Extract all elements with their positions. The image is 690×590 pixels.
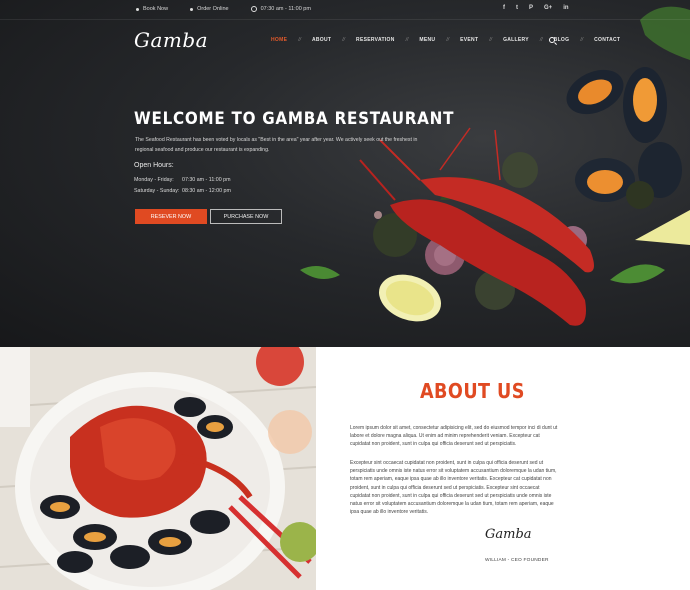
nav-event[interactable]: EVENT: [460, 37, 478, 43]
nav-separator: //: [446, 37, 450, 43]
nav-separator: //: [539, 37, 543, 43]
clock-icon: [250, 6, 257, 12]
hours-days: Saturday - Sunday:: [134, 188, 180, 194]
nav-about[interactable]: ABOUT: [312, 37, 331, 43]
open-hours-title: Open Hours:: [134, 162, 174, 169]
opening-hours-text: 07:30 am - 11:00 pm: [260, 6, 311, 12]
nav-separator: //: [489, 37, 493, 43]
nav-separator: //: [342, 37, 346, 43]
nav-gallery[interactable]: GALLERY: [503, 37, 529, 43]
twitter-icon[interactable]: t: [516, 5, 518, 11]
hours-time: 08:30 am - 12:00 pm: [182, 188, 231, 194]
bullet-icon: [136, 7, 139, 11]
site-logo[interactable]: Gamba: [134, 28, 208, 52]
nav-separator: //: [405, 37, 409, 43]
platter-illustration: [0, 347, 316, 590]
signature-caption: WILLIAM - CEO FOUNDER: [485, 558, 549, 563]
seafood-illustration: [300, 6, 690, 326]
main-nav: HOME // ABOUT // RESERVATION // MENU // …: [271, 37, 620, 43]
purchase-now-button[interactable]: PURCHASE NOW: [210, 209, 282, 224]
hours-row: Saturday - Sunday: 08:30 am - 12:00 pm: [134, 186, 231, 197]
nav-separator: //: [580, 37, 584, 43]
about-paragraph-2: Excepteur sint occaecat cupidatat non pr…: [350, 460, 557, 516]
nav-blog[interactable]: BLOG: [554, 37, 570, 43]
about-paragraph-1: Lorem ipsum dolor sit amet, consectetur …: [350, 425, 558, 448]
seafood-platter-photo: [0, 347, 316, 590]
hero-section: Book Now Order Online 07:30 am - 11:00 p…: [0, 0, 690, 347]
order-online-link[interactable]: Order Online: [190, 6, 229, 12]
reserve-now-button[interactable]: RESEVER NOW: [135, 209, 207, 224]
facebook-icon[interactable]: f: [503, 5, 505, 11]
order-online-label: Order Online: [197, 6, 229, 12]
search-icon[interactable]: [549, 37, 555, 43]
nav-home[interactable]: HOME: [271, 37, 287, 43]
hero-description: The Seafood Restaurant has been voted by…: [135, 137, 418, 153]
hero-title: WELCOME TO GAMBA RESTAURANT: [134, 109, 455, 128]
nav-menu[interactable]: MENU: [419, 37, 435, 43]
google-plus-icon[interactable]: G+: [544, 5, 552, 11]
book-now-link[interactable]: Book Now: [136, 6, 168, 12]
nav-separator: //: [298, 37, 301, 43]
book-now-label: Book Now: [143, 6, 169, 12]
topbar-links: Book Now Order Online 07:30 am - 11:00 p…: [136, 6, 311, 12]
open-hours-list: Monday - Friday: 07:30 am - 11:00 pm Sat…: [134, 175, 231, 197]
hours-row: Monday - Friday: 07:30 am - 11:00 pm: [134, 175, 231, 186]
social-links: f t P G+ in: [503, 5, 569, 11]
bullet-icon: [190, 7, 194, 11]
about-title: ABOUT US: [420, 379, 525, 403]
linkedin-icon[interactable]: in: [563, 5, 568, 11]
hours-days: Monday - Friday:: [134, 177, 174, 183]
signature: Gamba: [485, 527, 532, 542]
hours-time: 07:30 am - 11:00 pm: [182, 177, 231, 183]
nav-contact[interactable]: CONTACT: [594, 37, 620, 43]
top-bar: Book Now Order Online 07:30 am - 11:00 p…: [0, 0, 690, 20]
opening-hours: 07:30 am - 11:00 pm: [250, 6, 311, 12]
nav-reservation[interactable]: RESERVATION: [356, 37, 395, 43]
pinterest-icon[interactable]: P: [529, 5, 533, 11]
